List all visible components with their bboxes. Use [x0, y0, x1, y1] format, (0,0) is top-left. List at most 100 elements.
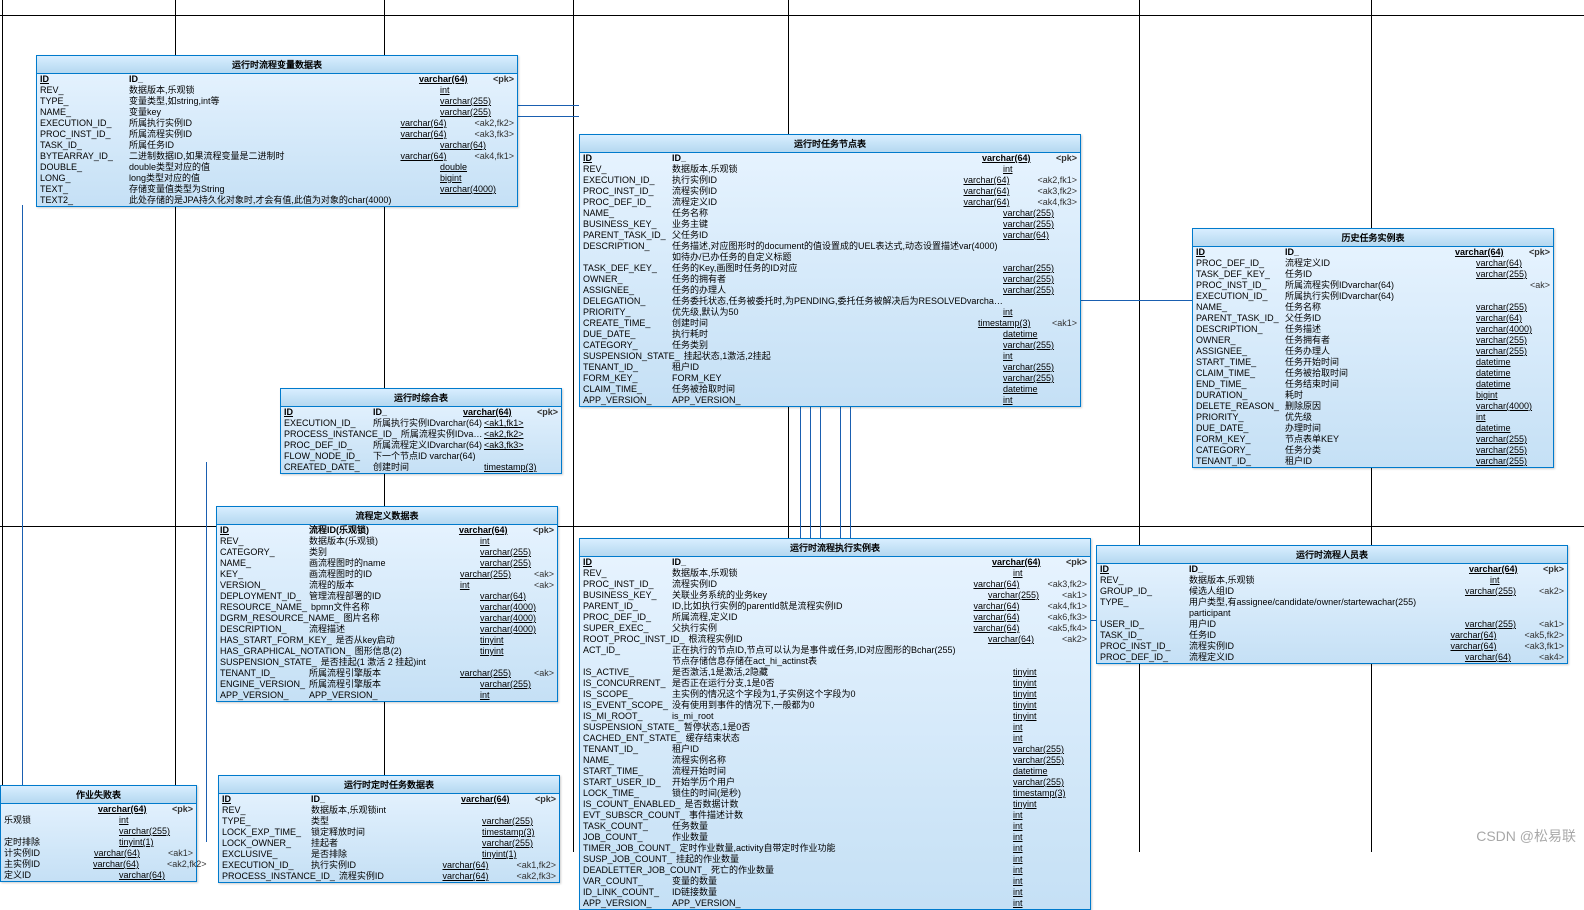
table-title: 运行时综合表 [281, 389, 561, 407]
grid-line-v [2, 0, 3, 852]
table-cell: JOB_COUNT_ [583, 832, 668, 843]
table-cell: int [480, 536, 550, 547]
table-cell: datetime [1003, 384, 1073, 395]
table-cell: varchar(255) [1003, 285, 1073, 296]
table-header-cell: varchar(64) [461, 794, 531, 805]
table-title: 运行时流程变量数据表 [37, 56, 517, 74]
table-row: PROC_INST_ID_流程实例IDvarchar(64)<ak3,fk2> [580, 579, 1090, 590]
table-cell: varchar(64) [442, 871, 512, 882]
table-cell: 二进制数据ID,如果流程变量是二进制时 [125, 151, 400, 162]
table-cell [440, 195, 510, 206]
table-cell: tinyint [1013, 667, 1083, 678]
table-row: PARENT_TASK_ID_父任务IDvarchar(64) [580, 230, 1080, 241]
table-cell: FLOW_NODE_ID_ [284, 451, 369, 462]
table-cell: CLAIM_TIME_ [583, 384, 668, 395]
table-cell: TASK_DEF_KEY_ [583, 263, 668, 274]
table-cell: 挂起的作业数量 [672, 854, 1013, 865]
table-cell [1546, 368, 1550, 379]
table-cell: 任务办理人 [1281, 346, 1476, 357]
table-header-cell: ID_ [369, 407, 463, 418]
table-cell [1083, 777, 1087, 788]
table-cell [554, 429, 558, 440]
table-cell: 任务被拾取时间 [668, 384, 1003, 395]
table-row: GROUP_ID_候选人组IDvarchar(255)<ak2> [1097, 586, 1567, 597]
table-header-cell: <pk> [489, 74, 514, 85]
table-cell: 所属执行实例ID [125, 118, 400, 129]
table-cell: LOCK_TIME_ [583, 788, 668, 799]
table-cell: varchar(255) [1476, 445, 1546, 456]
table-cell: varchar(255) [1003, 208, 1073, 219]
table-cell: NAME_ [40, 107, 125, 118]
table-header-cell: varchar(64) [98, 804, 168, 815]
table-cell: 流程实例名称 [668, 755, 1013, 766]
table-cell [1546, 324, 1550, 335]
table-cell: varchar(255) [1476, 434, 1546, 445]
table-cell: DUE_DATE_ [583, 329, 668, 340]
table-cell [1083, 667, 1087, 678]
grid-line-v [573, 0, 574, 852]
table-cell: PARENT_TASK_ID_ [1196, 313, 1281, 324]
table-cell: 业务主键 [668, 219, 1003, 230]
table-cell: 流程实例ID [1185, 641, 1450, 652]
table-row: TYPE_变量类型,如string,int等varchar(255) [37, 96, 517, 107]
table-cell: START_TIME_ [583, 766, 668, 777]
table-cell: 任务名称 [1281, 302, 1476, 313]
table-cell: <ak4,fk1> [1043, 601, 1087, 612]
table-cell: varchar(64) [94, 848, 164, 859]
table-cell: varchar(255) [1003, 263, 1073, 274]
table-cell: 用户ID [1185, 619, 1465, 630]
table-cell: int [440, 85, 510, 96]
connector [22, 205, 23, 785]
table-cell: 流程实例ID [668, 186, 963, 197]
table-cell: 主实例ID [4, 859, 89, 870]
table-cell: 执行耗时 [668, 329, 1003, 340]
table-cell: <ak2> [1535, 586, 1564, 597]
table-cell: CLAIM_TIME_ [1196, 368, 1281, 379]
table-row: TASK_ID_所属任务IDvarchar(64) [37, 140, 517, 151]
table-cell [510, 85, 514, 96]
table-title: 运行时任务节点表 [580, 135, 1080, 153]
table-cell: PROC_DEF_ID_ [583, 612, 668, 623]
table-header-cell: ID_ [125, 74, 419, 85]
table-cell: int [1013, 821, 1083, 832]
table-row: SUSPENSION_STATE_是否挂起(1 激活 2 挂起)int [217, 657, 557, 668]
table-cell: 所属流程实例ID [125, 129, 400, 140]
table-cell: 所属执行实例IDvarchar(64) [1281, 291, 1476, 302]
table-cell: int [1013, 898, 1083, 909]
table-cell: int [1013, 568, 1083, 579]
table-cell: tinyint [1013, 678, 1083, 689]
table-cell: 数据版本,乐观锁 [668, 164, 1003, 175]
table-cell [1073, 351, 1077, 362]
table-header-cell: varchar(64) [982, 153, 1052, 164]
table-header: IDID_varchar(64)<pk> [1193, 247, 1553, 258]
connector [820, 395, 821, 540]
table-cell: <ak2,fk1> [1033, 175, 1077, 186]
table-cell: 父执行实例 [668, 623, 973, 634]
table-cell: PROC_INST_ID_ [40, 129, 125, 140]
table-cell: varchar(64) [988, 634, 1058, 645]
table-cell: 任务的拥有者 [668, 274, 1003, 285]
db-table-t3: 历史任务实例表IDID_varchar(64)<pk>PROC_DEF_ID_流… [1192, 228, 1554, 468]
table-row: TASK_COUNT_任务数量int [580, 821, 1090, 832]
table-cell: 删除原因 [1281, 401, 1476, 412]
table-row: CACHED_ENT_STATE_缓存结束状态int [580, 733, 1090, 744]
table-cell: DESCRIPTION_ [583, 241, 668, 252]
table-cell [89, 870, 119, 881]
table-cell: 变量的数量 [668, 876, 1013, 887]
table-row: BUSINESS_KEY_业务主键varchar(255) [580, 219, 1080, 230]
table-row: LOCK_EXP_TIME_锁定释放时间timestamp(3) [219, 827, 559, 838]
table-cell: timestamp(3) [482, 827, 552, 838]
table-cell: START_TIME_ [1196, 357, 1281, 368]
table-cell: NAME_ [220, 558, 305, 569]
table-cell: timestamp(3) [484, 462, 554, 473]
table-header: IDID_varchar(64)<pk> [281, 407, 561, 418]
table-cell [89, 815, 119, 826]
table-cell: <ak1> [1048, 318, 1077, 329]
table-cell: double [440, 162, 510, 173]
table-cell: 是否激活,1是激活,2隐藏 [668, 667, 1013, 678]
table-cell: ROOT_PROC_INST_ID_ [583, 634, 685, 645]
table-cell: REV_ [583, 164, 668, 175]
table-header-cell [89, 804, 98, 815]
table-cell: REV_ [583, 568, 668, 579]
table-cell: <ak3,fk3> [484, 440, 554, 451]
